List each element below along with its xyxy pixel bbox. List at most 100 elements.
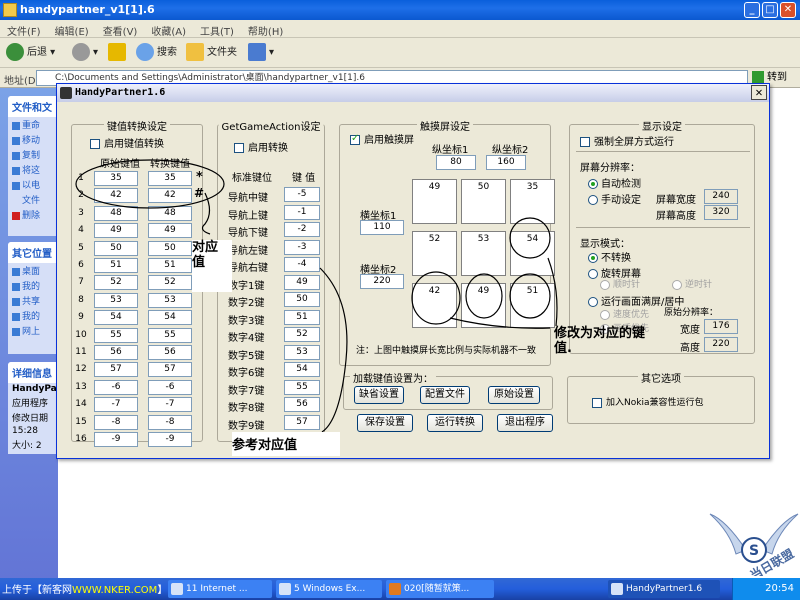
keymap-original-input[interactable]: 55 [94, 327, 138, 343]
task-item[interactable]: 文件 [8, 192, 58, 207]
back-button[interactable]: 后退 ▾ [6, 43, 55, 63]
gameaction-value-input[interactable]: 53 [284, 344, 320, 360]
config-file-button[interactable]: 配置文件 [420, 386, 470, 404]
touch-zone-cell[interactable]: 42 [412, 283, 457, 328]
keymap-original-input[interactable]: 54 [94, 310, 138, 326]
menu-favorites[interactable]: 收藏(A) [144, 20, 193, 38]
speed-priority-radio[interactable]: 速度优先 [600, 307, 649, 320]
nokia-compat-checkbox[interactable]: 加入Nokia兼容性运行包 [592, 395, 703, 408]
keymap-original-input[interactable]: -6 [94, 379, 138, 395]
keymap-converted-input[interactable]: -6 [148, 379, 192, 395]
y1-input[interactable]: 80 [436, 155, 476, 170]
keymap-original-input[interactable]: 50 [94, 240, 138, 256]
keymap-converted-input[interactable]: -7 [148, 397, 192, 413]
x1-input[interactable]: 110 [360, 220, 404, 235]
keymap-converted-input[interactable]: 53 [148, 292, 192, 308]
place-item[interactable]: 共享 [8, 293, 58, 308]
keymap-converted-input[interactable]: 49 [148, 223, 192, 239]
keymap-original-input[interactable]: 52 [94, 275, 138, 291]
keymap-converted-input[interactable]: 42 [148, 188, 192, 204]
menu-help[interactable]: 帮助(H) [241, 20, 290, 38]
keymap-original-input[interactable]: 48 [94, 205, 138, 221]
place-item[interactable]: 我的 [8, 278, 58, 293]
y2-input[interactable]: 160 [486, 155, 526, 170]
gameaction-value-input[interactable]: -1 [284, 204, 320, 220]
folders-button[interactable]: 文件夹 [186, 43, 237, 63]
keymap-original-input[interactable]: -8 [94, 414, 138, 430]
gameaction-value-input[interactable]: -4 [284, 257, 320, 272]
manual-radio[interactable]: 手动设定 [588, 191, 641, 206]
gameaction-value-input[interactable]: 49 [284, 274, 320, 290]
task-item[interactable]: 移动 [8, 132, 58, 147]
keymap-converted-input[interactable]: 56 [148, 345, 192, 360]
keymap-original-input[interactable]: 49 [94, 223, 138, 239]
task-item[interactable]: 以电 [8, 177, 58, 192]
menu-tools[interactable]: 工具(T) [193, 20, 241, 38]
touch-zone-cell[interactable]: 35 [510, 179, 555, 224]
auto-detect-radio[interactable]: 自动检测 [588, 175, 641, 190]
keymap-original-input[interactable]: -9 [94, 432, 138, 447]
keymap-original-input[interactable]: 57 [94, 362, 138, 378]
keymap-converted-input[interactable]: 51 [148, 258, 192, 273]
touch-zone-cell[interactable]: 49 [412, 179, 457, 224]
keymap-enable-checkbox[interactable]: 启用键值转换 [90, 135, 164, 150]
no-convert-radio[interactable]: 不转换 [588, 249, 631, 264]
touch-zone-cell[interactable]: 50 [461, 179, 506, 224]
gameaction-value-input[interactable]: 54 [284, 362, 320, 377]
place-item[interactable]: 网上 [8, 323, 58, 338]
touch-zone-cell[interactable]: 51 [510, 283, 555, 328]
keymap-converted-input[interactable]: -9 [148, 432, 192, 447]
orig-width-input[interactable]: 176 [704, 319, 738, 334]
gameaction-value-input[interactable]: 57 [284, 414, 320, 430]
counter-clockwise-radio[interactable]: 逆时针 [672, 277, 712, 290]
original-settings-button[interactable]: 原始设置 [488, 386, 540, 404]
task-item[interactable]: 重命 [8, 117, 58, 132]
touch-zone-cell[interactable]: 53 [461, 231, 506, 276]
views-button[interactable]: ▾ [248, 43, 274, 63]
gameaction-value-input[interactable]: 56 [284, 397, 320, 412]
minimize-button[interactable]: _ [744, 2, 760, 18]
keymap-original-input[interactable]: 53 [94, 292, 138, 308]
keymap-converted-input[interactable]: 55 [148, 327, 192, 343]
gameaction-value-input[interactable]: 51 [284, 309, 320, 325]
width-input[interactable]: 240 [704, 189, 738, 204]
gameaction-value-input[interactable]: 55 [284, 379, 320, 395]
maximize-button[interactable]: □ [762, 2, 778, 18]
keymap-original-input[interactable]: 56 [94, 345, 138, 360]
force-fullscreen-checkbox[interactable]: 强制全屏方式运行 [580, 133, 674, 148]
height-input[interactable]: 320 [704, 205, 738, 220]
forward-button[interactable]: ▾ [72, 43, 98, 63]
gameaction-enable-checkbox[interactable]: 启用转换 [234, 139, 288, 154]
task-handypartner[interactable]: HandyPartner1.6 [608, 580, 720, 598]
clockwise-radio[interactable]: 顺时针 [600, 277, 640, 290]
keymap-original-input[interactable]: 35 [94, 171, 138, 186]
up-folder-button[interactable] [108, 43, 129, 63]
gameaction-value-input[interactable]: -5 [284, 187, 320, 202]
gameaction-value-input[interactable]: 50 [284, 292, 320, 307]
keymap-converted-input[interactable]: -8 [148, 414, 192, 430]
task-item[interactable]: 复制 [8, 147, 58, 162]
save-settings-button[interactable]: 保存设置 [357, 414, 413, 432]
search-button[interactable]: 搜索 [136, 43, 177, 63]
close-button[interactable]: ✕ [780, 2, 796, 18]
touch-zone-cell[interactable]: 54 [510, 231, 555, 276]
place-item[interactable]: 桌面 [8, 263, 58, 278]
gameaction-value-input[interactable]: -3 [284, 239, 320, 255]
orig-height-input[interactable]: 220 [704, 337, 738, 352]
menu-edit[interactable]: 编辑(E) [48, 20, 96, 38]
gameaction-value-input[interactable]: -2 [284, 222, 320, 237]
task-item[interactable]: 删除 [8, 207, 58, 222]
keymap-converted-input[interactable]: 48 [148, 205, 192, 221]
exit-program-button[interactable]: 退出程序 [497, 414, 553, 432]
x2-input[interactable]: 220 [360, 274, 404, 289]
gameaction-value-input[interactable]: 52 [284, 327, 320, 342]
place-item[interactable]: 我的 [8, 308, 58, 323]
task-internet[interactable]: 11 Internet ... [168, 580, 272, 598]
touch-enable-checkbox[interactable]: 启用触摸屏 [350, 131, 414, 146]
keymap-converted-input[interactable]: 52 [148, 275, 192, 291]
menu-view[interactable]: 查看(V) [96, 20, 145, 38]
task-item[interactable]: 将这 [8, 162, 58, 177]
run-convert-button[interactable]: 运行转换 [427, 414, 483, 432]
keymap-converted-input[interactable]: 57 [148, 362, 192, 378]
task-explorer[interactable]: 5 Windows Ex... [276, 580, 382, 598]
